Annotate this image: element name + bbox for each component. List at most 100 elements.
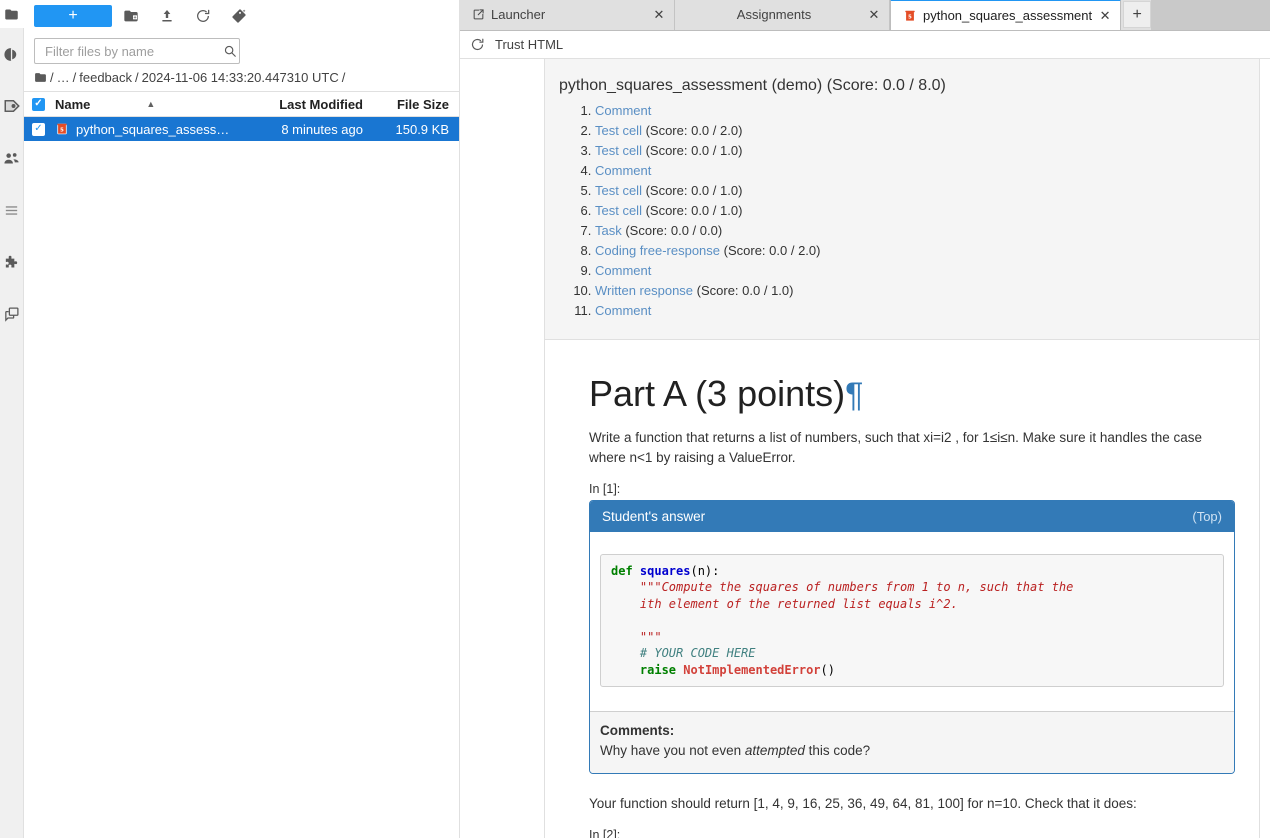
trust-html-button[interactable]: Trust HTML bbox=[495, 37, 563, 52]
filter-files-input[interactable] bbox=[43, 42, 223, 60]
new-tab-button[interactable]: + bbox=[1123, 1, 1152, 28]
toc-item-score: (Score: 0.0 / 2.0) bbox=[720, 243, 821, 258]
toc-item-score: (Score: 0.0 / 0.0) bbox=[621, 223, 723, 238]
code-token: ith element of the returned list equals … bbox=[639, 596, 958, 611]
toc-item-link[interactable]: Coding free-response bbox=[595, 243, 720, 258]
search-icon bbox=[223, 44, 237, 58]
comments-label: Comments: bbox=[600, 723, 675, 739]
column-header-last-modified[interactable]: Last Modified bbox=[261, 97, 379, 112]
breadcrumb-item-timestamp[interactable]: 2024-11-06 14:33:20.447310 UTC bbox=[142, 70, 339, 85]
students-answer-header: Student's answer (Top) bbox=[590, 500, 1234, 532]
table-row[interactable]: ✓ 5 python_squares_assess… 8 minutes ago… bbox=[24, 117, 459, 141]
toc-item-link[interactable]: Written response bbox=[595, 283, 693, 298]
new-launcher-button[interactable]: + bbox=[34, 5, 112, 27]
toc-item-link[interactable]: Comment bbox=[595, 303, 651, 318]
sidebar-item-extensions[interactable] bbox=[0, 236, 24, 288]
part-a-description: Write a function that returns a list of … bbox=[589, 429, 1202, 465]
document-scroll-region[interactable]: python_squares_assessment (demo) (Score:… bbox=[460, 59, 1270, 838]
select-all-checkbox[interactable]: ✓ bbox=[32, 97, 45, 111]
nbgrader-icon bbox=[5, 306, 19, 322]
tab-bar: Launcher ✕ Assignments ✕ 5 python_square… bbox=[460, 0, 1270, 31]
toc-item-link[interactable]: Comment bbox=[595, 103, 651, 118]
sidebar-item-nbgrader[interactable] bbox=[0, 288, 24, 340]
code-token: () bbox=[820, 662, 835, 677]
part-a-section: Part A (3 points)¶ Write a function that… bbox=[545, 340, 1259, 838]
code-token: NotImplementedError bbox=[683, 662, 821, 677]
toc-item: Task (Score: 0.0 / 0.0) bbox=[595, 221, 1239, 241]
breadcrumb-sep-2: / bbox=[135, 70, 139, 85]
comment-text: Why have you not even attempted this cod… bbox=[600, 743, 870, 758]
close-icon[interactable]: ✕ bbox=[867, 7, 881, 23]
jupyterlab-window: + Filter files by name / … / feedback / … bbox=[0, 0, 1270, 838]
toc-item: Comment bbox=[595, 161, 1239, 181]
refresh-file-list-button[interactable] bbox=[186, 4, 220, 28]
filter-files-input-wrapper[interactable] bbox=[34, 38, 240, 64]
close-icon[interactable]: ✕ bbox=[1098, 8, 1112, 24]
vertical-scrollbar[interactable] bbox=[1258, 59, 1270, 838]
row-checkbox[interactable]: ✓ bbox=[32, 122, 45, 136]
part-a-heading-text: Part A (3 points) bbox=[589, 373, 846, 414]
launcher-icon bbox=[472, 8, 485, 21]
tab-assignments[interactable]: Assignments ✕ bbox=[675, 0, 890, 30]
git-icon bbox=[232, 9, 246, 23]
sidebar-item-running[interactable] bbox=[0, 28, 24, 80]
toc-item-link[interactable]: Test cell bbox=[595, 123, 642, 138]
file-filter-container bbox=[24, 32, 459, 68]
refresh-icon[interactable] bbox=[470, 37, 485, 52]
toc-item-link[interactable]: Comment bbox=[595, 163, 651, 178]
tab-label: python_squares_assessment bbox=[923, 8, 1093, 23]
new-folder-button[interactable] bbox=[114, 4, 148, 28]
sort-ascending-icon: ▲ bbox=[146, 99, 156, 109]
code-token: # YOUR CODE HERE bbox=[639, 646, 756, 661]
git-button[interactable] bbox=[222, 4, 256, 28]
table-of-contents-icon bbox=[5, 205, 18, 215]
toc-item-score: (Score: 0.0 / 2.0) bbox=[641, 123, 743, 138]
breadcrumb-item-feedback[interactable]: feedback bbox=[79, 70, 132, 85]
toc-item-link[interactable]: Comment bbox=[595, 263, 651, 278]
student-code-block[interactable]: def squares(n): """Compute the squares o… bbox=[600, 553, 1224, 688]
toc-item-link[interactable]: Test cell bbox=[595, 183, 642, 198]
code-token: squares bbox=[639, 563, 691, 578]
svg-text:5: 5 bbox=[60, 128, 64, 134]
tab-launcher[interactable]: Launcher ✕ bbox=[460, 0, 675, 30]
input-prompt-2: In [2]: bbox=[589, 828, 621, 838]
column-header-file-size[interactable]: File Size bbox=[379, 97, 459, 112]
toc-item-link[interactable]: Test cell bbox=[595, 143, 642, 158]
extension-manager-icon bbox=[5, 255, 18, 267]
sidebar-item-collaborators[interactable] bbox=[0, 132, 24, 184]
new-folder-icon bbox=[124, 10, 138, 22]
svg-text:5: 5 bbox=[908, 14, 912, 20]
top-link[interactable]: (Top) bbox=[1192, 509, 1222, 524]
sidebar-item-toc[interactable] bbox=[0, 184, 24, 236]
toc-list: CommentTest cell (Score: 0.0 / 2.0)Test … bbox=[559, 101, 1239, 321]
grader-comments: Comments: Why have you not even attempte… bbox=[590, 711, 1234, 774]
toc-item-score: (Score: 0.0 / 1.0) bbox=[641, 143, 743, 158]
column-header-name[interactable]: Name ▲ bbox=[55, 97, 261, 112]
activity-bar-top-folder[interactable] bbox=[0, 0, 24, 28]
upload-icon bbox=[162, 10, 172, 22]
code-token: """Compute the squares of numbers from 1… bbox=[639, 580, 1074, 595]
breadcrumb-ellipsis[interactable]: … bbox=[57, 70, 70, 85]
toc-item: Written response (Score: 0.0 / 1.0) bbox=[595, 281, 1239, 301]
comment-text-post: this code? bbox=[804, 743, 871, 759]
upload-files-button[interactable] bbox=[150, 4, 184, 28]
toc-item-score: (Score: 0.0 / 1.0) bbox=[641, 183, 743, 198]
tab-python-squares-assessment[interactable]: 5 python_squares_assessment ✕ bbox=[890, 0, 1122, 30]
html-file-icon: 5 bbox=[903, 9, 917, 23]
toc-item-link[interactable]: Task bbox=[595, 223, 622, 238]
toc-item: Test cell (Score: 0.0 / 2.0) bbox=[595, 121, 1239, 141]
toc-item: Comment bbox=[595, 301, 1239, 321]
sidebar-item-commands[interactable] bbox=[0, 80, 24, 132]
toc-item-score: (Score: 0.0 / 1.0) bbox=[693, 283, 794, 298]
part-a-heading: Part A (3 points)¶ bbox=[589, 372, 1235, 416]
close-icon[interactable]: ✕ bbox=[652, 7, 666, 23]
tab-label: Launcher bbox=[491, 7, 546, 22]
breadcrumb-sep-0: / bbox=[50, 70, 54, 85]
anchor-link-icon[interactable]: ¶ bbox=[845, 376, 863, 414]
folder-icon bbox=[5, 9, 18, 19]
toc-item-link[interactable]: Test cell bbox=[595, 203, 642, 218]
refresh-icon bbox=[197, 9, 210, 22]
breadcrumb-home-icon[interactable] bbox=[34, 71, 47, 84]
students-answer-title: Student's answer bbox=[602, 508, 706, 524]
page-title: python_squares_assessment (demo) (Score:… bbox=[559, 77, 946, 94]
